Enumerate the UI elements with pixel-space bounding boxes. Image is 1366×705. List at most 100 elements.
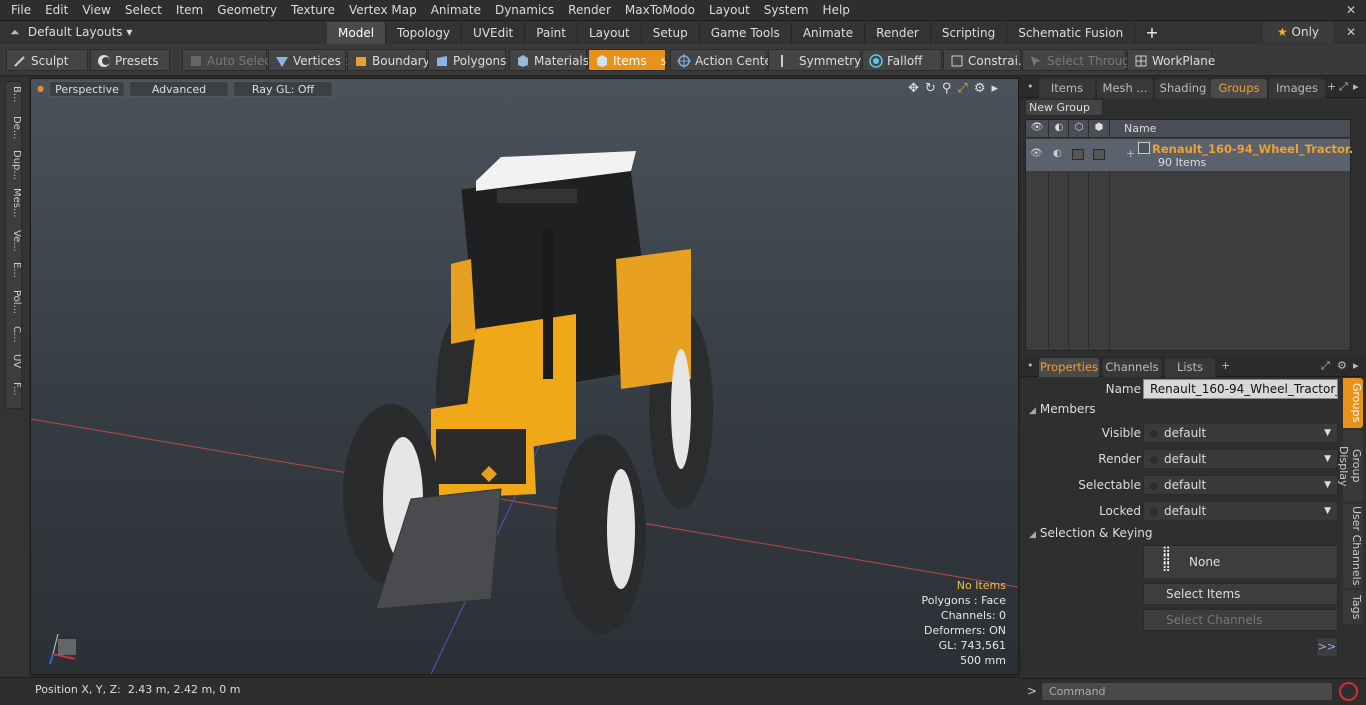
menu-help[interactable]: Help [816,0,857,21]
window-close-icon[interactable]: ✕ [1346,0,1356,21]
tab-groups[interactable]: Groups [1211,79,1267,98]
tool-tab-vertex[interactable]: Ve... [7,230,22,252]
menu-texture[interactable]: Texture [284,0,342,21]
select-through-button[interactable]: Select Through [1022,49,1138,71]
close-layout-icon[interactable]: ✕ [1346,21,1356,44]
keying-none-button[interactable]: ⠿ ⠿ ⠿ None [1143,545,1338,579]
tool-tab-polygon[interactable]: Pol... [7,290,22,314]
tab-model[interactable]: Model [327,21,387,44]
items-button[interactable]: Items 5 [588,49,666,71]
menu-edit[interactable]: Edit [38,0,75,21]
menu-geometry[interactable]: Geometry [210,0,284,21]
record-macro-icon[interactable] [1339,682,1358,701]
expand-icon[interactable]: + [1126,147,1135,160]
tool-tab-fusion[interactable]: F... [7,382,22,396]
auto-select-button[interactable]: Auto Select [182,49,276,71]
menu-maxtomodo[interactable]: MaxToModo [618,0,702,21]
selectable-dropdown[interactable]: default ▼ [1143,475,1338,495]
row-select-checkbox[interactable] [1093,149,1105,160]
side-tab-tags[interactable]: Tags [1343,590,1363,624]
locked-dropdown[interactable]: default ▼ [1143,501,1338,521]
more-button[interactable]: >> [1316,637,1338,657]
menu-render[interactable]: Render [561,0,618,21]
action-center-button[interactable]: Action Center [670,49,777,71]
add-panel-tab-icon[interactable]: + [1327,80,1336,93]
new-group-button[interactable]: New Group [1025,99,1103,116]
group-row[interactable]: 👁 ◐ + Renault_160-94_Wheel_Tractor... 90… [1026,139,1362,171]
tool-tab-uv[interactable]: UV [7,354,22,368]
menu-file[interactable]: File [0,0,38,21]
groups-scrollbar[interactable] [1352,119,1364,351]
tab-animate[interactable]: Animate [792,21,866,44]
menu-vertex-map[interactable]: Vertex Map [342,0,424,21]
name-column-header[interactable]: Name [1124,122,1156,135]
materials-button[interactable]: Materials [509,49,589,71]
tool-tab-mesh[interactable]: Mes... [7,188,22,218]
render-col-icon[interactable]: ◐ [1052,122,1066,136]
tab-setup[interactable]: Setup [642,21,700,44]
tab-schematic-fusion[interactable]: Schematic Fusion [1007,21,1136,44]
menu-dynamics[interactable]: Dynamics [488,0,561,21]
panel-settings-icon[interactable]: ⚙ [1337,359,1347,372]
visibility-col-eye-icon[interactable]: 👁 [1030,122,1044,136]
menu-item[interactable]: Item [169,0,210,21]
tab-lists[interactable]: Lists [1165,358,1215,377]
tool-tab-deform[interactable]: De... [7,116,22,139]
row-render-icon[interactable]: ◐ [1053,148,1062,159]
only-toggle[interactable]: ★ Only [1263,22,1333,43]
presets-button[interactable]: Presets [90,49,170,71]
default-layouts-dropdown[interactable]: ⏶ Default Layouts ▾ [10,21,132,44]
tab-images[interactable]: Images [1269,79,1325,98]
tool-tab-curve[interactable]: C... [7,326,22,343]
side-tab-group-display[interactable]: Group Display [1337,430,1363,502]
tool-tab-basic[interactable]: B... [7,86,22,102]
tab-mesh[interactable]: Mesh ... [1097,79,1153,98]
tab-items[interactable]: Items [1039,79,1095,98]
menu-select[interactable]: Select [118,0,169,21]
tab-scripting[interactable]: Scripting [931,21,1008,44]
add-panel-tab-icon[interactable]: + [1221,359,1230,372]
side-tab-groups[interactable]: Groups [1343,378,1363,428]
tool-tab-edge[interactable]: E... [7,262,22,278]
panel-menu-icon[interactable]: ▸ [1353,80,1359,93]
panel-expand-icon[interactable]: ⤢ [1321,359,1330,373]
members-section[interactable]: ◢ Members [1029,402,1096,420]
tab-layout[interactable]: Layout [578,21,642,44]
row-lock-checkbox[interactable] [1072,149,1084,160]
constraints-button[interactable]: Constrai... [943,49,1029,71]
select-channels-button[interactable]: Select Channels [1143,609,1338,631]
panel-dot-icon[interactable]: • [1027,359,1034,372]
vertices-button[interactable]: Vertices1 [268,49,351,71]
add-tab-icon[interactable]: + [1135,23,1168,42]
polygons-button[interactable]: Polygons [428,49,506,71]
panel-expand-icon[interactable]: ⤢ [1339,80,1348,94]
falloff-button[interactable]: Falloff [862,49,942,71]
tool-tab-duplicate[interactable]: Dup... [7,150,22,180]
tab-uvedit[interactable]: UVEdit [462,21,526,44]
tab-topology[interactable]: Topology [386,21,463,44]
tab-paint[interactable]: Paint [525,21,578,44]
name-input[interactable]: Renault_160-94_Wheel_Tractor_Clean [1143,379,1338,399]
select-items-button[interactable]: Select Items [1143,583,1338,605]
command-input[interactable]: Command [1041,682,1333,701]
symmetry-button[interactable]: Symmetry [768,49,861,71]
tab-render[interactable]: Render [865,21,931,44]
tab-properties[interactable]: Properties [1039,358,1099,377]
row-eye-icon[interactable]: 👁 [1030,148,1043,159]
visible-dropdown[interactable]: default ▼ [1143,423,1338,443]
menu-system[interactable]: System [757,0,816,21]
tab-shading[interactable]: Shading [1155,79,1211,98]
menu-layout[interactable]: Layout [702,0,757,21]
lock-col-icon[interactable]: ⬡ [1072,122,1086,136]
select-col-icon[interactable]: ⬢ [1092,122,1106,136]
sculpt-button[interactable]: Sculpt [6,49,88,71]
menu-view[interactable]: View [75,0,117,21]
tab-channels[interactable]: Channels [1103,358,1161,377]
panel-menu-icon[interactable]: ▸ [1353,359,1359,372]
selection-keying-section[interactable]: ◢ Selection & Keying [1029,526,1153,544]
menu-animate[interactable]: Animate [424,0,488,21]
side-tab-user-channels[interactable]: User Channels [1343,504,1363,588]
panel-dot-icon[interactable]: • [1027,80,1034,93]
boundary-button[interactable]: Boundary [347,49,430,71]
render-dropdown[interactable]: default ▼ [1143,449,1338,469]
